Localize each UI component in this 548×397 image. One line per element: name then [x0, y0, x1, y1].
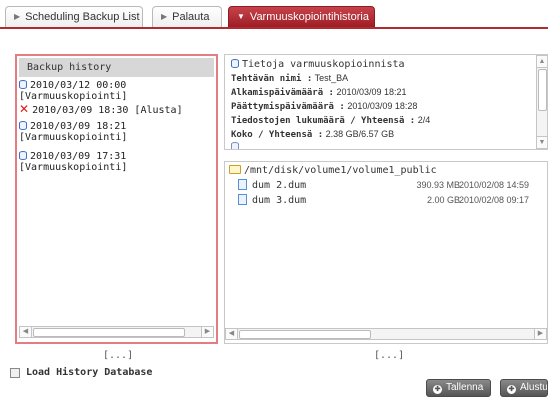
- tab-label: Scheduling Backup List: [25, 11, 140, 23]
- tab-arrow-icon: ▶: [161, 12, 168, 21]
- file-icon: [238, 179, 247, 190]
- tab-dropdown-icon: ▼: [237, 12, 245, 21]
- info-value: 2/4: [417, 115, 431, 125]
- tab-label: Palauta: [172, 11, 210, 23]
- scroll-right-icon[interactable]: ▶: [201, 327, 213, 337]
- info-title-row: Tietoja varmuuskopioinnista: [231, 59, 405, 70]
- history-entry-date: 2010/03/12 00:00: [30, 80, 127, 91]
- history-entry[interactable]: 2010/03/09 17:31 [Varmuuskopiointi]: [19, 151, 127, 173]
- backup-info-panel: Tietoja varmuuskopioinnista Tehtävän nim…: [224, 54, 548, 150]
- history-entry[interactable]: ✕ 2010/03/09 18:30 [Alusta]: [19, 102, 183, 116]
- tab-underline: [0, 27, 548, 29]
- file-row[interactable]: dum 2.dum: [238, 179, 306, 191]
- file-date: 2010/02/08 14:59: [459, 180, 530, 190]
- file-row[interactable]: dum 3.dum: [238, 194, 306, 206]
- history-entry-date: 2010/03/09 17:31: [30, 151, 127, 162]
- folder-icon: [229, 165, 241, 174]
- info-file-count: Tiedostojen lukumäärä / Yhteensä : 2/4: [231, 115, 430, 126]
- file-size: 2.00 GB: [426, 195, 460, 205]
- info-value: 2.38 GB/6.57 GB: [325, 129, 395, 139]
- history-entry[interactable]: 2010/03/09 18:21 [Varmuuskopiointi]: [19, 121, 127, 143]
- gear-icon: ✚: [433, 385, 442, 394]
- database-icon: [19, 151, 27, 160]
- info-label: Päättymispäivämäärä :: [231, 102, 345, 112]
- backup-history-panel: Backup history 2010/03/12 00:00 [Varmuus…: [15, 54, 218, 344]
- history-entry-type: [Alusta]: [134, 105, 183, 116]
- info-cut-row: [231, 142, 242, 149]
- info-task-name: Tehtävän nimi : Test_BA: [231, 73, 348, 84]
- tab-varmuuskopiointihistoria[interactable]: ▼ Varmuuskopiointihistoria: [228, 6, 375, 28]
- gear-icon: ✚: [507, 385, 516, 394]
- info-label: Koko / Yhteensä :: [231, 130, 324, 140]
- folder-path: /mnt/disk/volume1/volume1_public: [244, 165, 437, 176]
- reset-button[interactable]: ✚ Alustus: [500, 379, 548, 397]
- tab-label: Varmuuskopiointihistoria: [249, 11, 369, 23]
- scroll-right-icon[interactable]: ▶: [534, 329, 546, 339]
- tab-scheduling-backup-list[interactable]: ▶ Scheduling Backup List: [5, 6, 143, 28]
- scroll-up-icon[interactable]: ▲: [537, 56, 547, 68]
- backup-history-header: Backup history: [19, 58, 214, 77]
- file-name: dum 2.dum: [252, 180, 307, 191]
- info-title: Tietoja varmuuskopioinnista: [242, 59, 405, 70]
- history-horizontal-scrollbar[interactable]: ◀ ▶: [19, 326, 214, 338]
- load-history-checkbox[interactable]: [10, 368, 20, 378]
- info-end-date: Päättymispäivämäärä : 2010/03/09 18:28: [231, 101, 417, 112]
- tab-palauta[interactable]: ▶ Palauta: [152, 6, 222, 28]
- info-label: Tiedostojen lukumäärä / Yhteensä :: [231, 116, 416, 126]
- info-value: 2010/03/09 18:28: [347, 101, 418, 111]
- info-value: Test_BA: [314, 73, 349, 83]
- scroll-down-icon[interactable]: ▼: [537, 136, 547, 148]
- scroll-thumb[interactable]: [538, 69, 547, 111]
- scroll-left-icon[interactable]: ◀: [226, 329, 238, 339]
- database-icon: [231, 59, 239, 68]
- folder-row[interactable]: /mnt/disk/volume1/volume1_public: [229, 165, 437, 176]
- info-size: Koko / Yhteensä : 2.38 GB/6.57 GB: [231, 129, 394, 140]
- scroll-thumb[interactable]: [33, 328, 185, 337]
- file-size: 390.93 MB: [416, 180, 460, 190]
- load-history-label: Load History Database: [26, 367, 153, 378]
- file-date: 2010/02/08 09:17: [459, 195, 530, 205]
- info-label: Alkamispäivämäärä :: [231, 88, 334, 98]
- files-horizontal-scrollbar[interactable]: ◀ ▶: [225, 328, 547, 340]
- history-entry-type: [Varmuuskopiointi]: [19, 91, 128, 102]
- info-label: Tehtävän nimi :: [231, 74, 313, 84]
- file-icon: [238, 194, 247, 205]
- info-icon: [231, 142, 239, 149]
- history-entry-date: 2010/03/09 18:30: [32, 105, 129, 116]
- history-entry[interactable]: 2010/03/12 00:00 [Varmuuskopiointi]: [19, 80, 127, 102]
- error-x-icon: ✕: [19, 102, 30, 116]
- scroll-thumb[interactable]: [239, 330, 371, 339]
- history-entry-type: [Varmuuskopiointi]: [19, 132, 128, 143]
- save-button[interactable]: ✚ Tallenna: [426, 379, 491, 397]
- info-vertical-scrollbar[interactable]: ▲ ▼: [536, 55, 547, 149]
- reset-button-label: Alustus: [520, 382, 548, 393]
- database-icon: [19, 80, 27, 89]
- info-start-date: Alkamispäivämäärä : 2010/03/09 18:21: [231, 87, 407, 98]
- files-more[interactable]: [...]: [374, 350, 404, 361]
- scroll-left-icon[interactable]: ◀: [20, 327, 32, 337]
- info-value: 2010/03/09 18:21: [336, 87, 407, 97]
- save-button-label: Tallenna: [446, 382, 484, 393]
- file-name: dum 3.dum: [252, 195, 307, 206]
- history-more[interactable]: [...]: [103, 350, 133, 361]
- tab-arrow-icon: ▶: [14, 12, 21, 21]
- backup-files-panel: /mnt/disk/volume1/volume1_public dum 2.d…: [224, 161, 548, 344]
- history-entry-type: [Varmuuskopiointi]: [19, 162, 128, 173]
- database-icon: [19, 121, 27, 130]
- history-entry-date: 2010/03/09 18:21: [30, 121, 127, 132]
